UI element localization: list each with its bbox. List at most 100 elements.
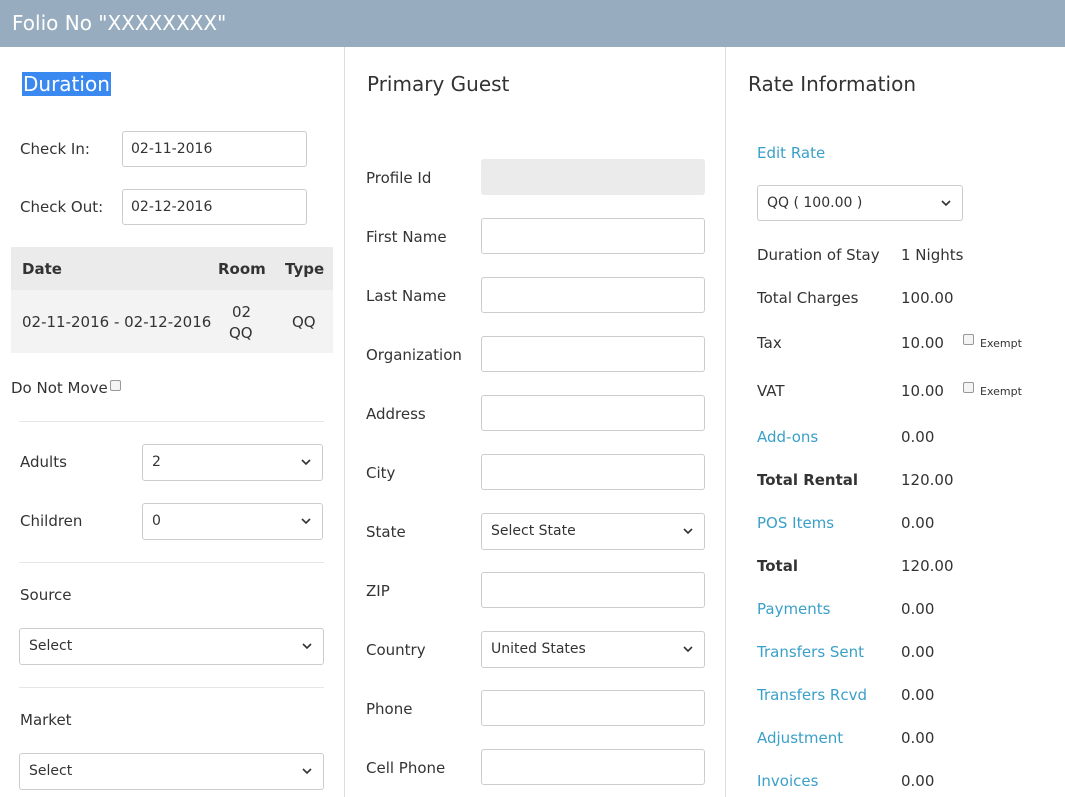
rate-information-title: Rate Information [748,72,916,96]
invoices-link[interactable]: Invoices [757,772,818,790]
total-charges-label: Total Charges [757,289,859,307]
country-select-value: United States [491,641,586,657]
children-select[interactable]: 0 [142,503,323,540]
chevron-down-icon [301,518,311,525]
table-cell-date: 02-11-2016 - 02-12-2016 [22,313,212,331]
address-label: Address [366,405,426,423]
cell-phone-label: Cell Phone [366,759,446,777]
payments-link[interactable]: Payments [757,600,830,618]
phone-input[interactable] [481,690,705,726]
country-label: Country [366,641,426,659]
chevron-down-icon [683,528,693,535]
phone-label: Phone [366,700,413,718]
tax-value: 10.00 [901,334,944,352]
profile-id-input [481,159,705,195]
table-row: 02-11-2016 - 02-12-2016 02 QQ QQ [11,290,333,353]
profile-id-label: Profile Id [366,169,432,187]
table-header-type: Type [285,260,325,278]
market-select-value: Select [29,763,73,779]
last-name-input[interactable] [481,277,705,313]
duration-of-stay-label: Duration of Stay [757,246,880,264]
room-type-link[interactable]: QQ [229,324,253,342]
organization-input[interactable] [481,336,705,372]
check-in-label: Check In: [20,140,90,158]
children-select-value: 0 [152,513,161,529]
divider [19,687,324,688]
adults-select-value: 2 [152,454,161,470]
total-rental-value: 120.00 [901,471,954,489]
total-value: 120.00 [901,557,954,575]
check-out-label: Check Out: [20,198,104,216]
tax-exempt-label: Exempt [980,337,1022,350]
add-ons-link[interactable]: Add-ons [757,428,818,446]
source-label: Source [20,586,72,604]
total-charges-value: 100.00 [901,289,954,307]
payments-value: 0.00 [901,600,935,618]
transfers-rcvd-link[interactable]: Transfers Rcvd [757,686,867,704]
vat-label: VAT [757,382,785,400]
transfers-sent-link[interactable]: Transfers Sent [757,643,864,661]
transfers-rcvd-value: 0.00 [901,686,935,704]
adjustment-value: 0.00 [901,729,935,747]
market-label: Market [20,711,72,729]
chevron-down-icon [683,646,693,653]
duration-section-title: Duration [22,72,111,96]
pos-items-link[interactable]: POS Items [757,514,834,532]
adults-select[interactable]: 2 [142,444,323,481]
chevron-down-icon [302,768,312,775]
duration-title-text: Duration [22,72,111,96]
state-select[interactable]: Select State [481,513,705,550]
column-divider-right [725,47,726,797]
vat-exempt-checkbox[interactable] [963,382,974,393]
table-header-room: Room [218,260,266,278]
total-label: Total [757,557,798,575]
do-not-move-checkbox[interactable] [110,380,121,391]
room-number-link[interactable]: 02 [232,303,251,321]
tax-exempt-checkbox[interactable] [963,334,974,345]
market-select[interactable]: Select [19,753,324,790]
source-select-value: Select [29,638,73,654]
table-cell-type: QQ [292,313,316,331]
organization-label: Organization [366,346,462,364]
table-header-date: Date [22,260,62,278]
chevron-down-icon [302,643,312,650]
adults-label: Adults [20,453,67,471]
first-name-label: First Name [366,228,447,246]
vat-exempt-label: Exempt [980,385,1022,398]
chevron-down-icon [301,459,311,466]
vat-value: 10.00 [901,382,944,400]
state-label: State [366,523,406,541]
pos-items-value: 0.00 [901,514,935,532]
zip-label: ZIP [366,582,390,600]
adjustment-link[interactable]: Adjustment [757,729,843,747]
total-rental-label: Total Rental [757,471,859,489]
zip-input[interactable] [481,572,705,608]
first-name-input[interactable] [481,218,705,254]
column-divider-left [344,47,345,797]
city-input[interactable] [481,454,705,490]
rate-select[interactable]: QQ ( 100.00 ) [757,185,963,221]
children-label: Children [20,512,83,530]
state-select-value: Select State [491,523,576,539]
primary-guest-title: Primary Guest [367,72,510,96]
invoices-value: 0.00 [901,772,935,790]
chevron-down-icon [941,200,951,207]
address-input[interactable] [481,395,705,431]
cell-phone-input[interactable] [481,749,705,785]
folio-header: Folio No "XXXXXXXX" [0,0,1065,47]
country-select[interactable]: United States [481,631,705,668]
folio-title: Folio No "XXXXXXXX" [12,11,227,35]
duration-of-stay-value: 1 Nights [901,246,964,264]
rate-select-value: QQ ( 100.00 ) [767,195,863,211]
do-not-move-label: Do Not Move [11,379,108,397]
transfers-sent-value: 0.00 [901,643,935,661]
check-in-input[interactable] [122,131,307,167]
check-out-input[interactable] [122,189,307,225]
city-label: City [366,464,396,482]
add-ons-value: 0.00 [901,428,935,446]
edit-rate-link[interactable]: Edit Rate [757,144,825,162]
source-select[interactable]: Select [19,628,324,665]
last-name-label: Last Name [366,287,447,305]
divider [19,421,324,422]
divider [19,562,324,563]
